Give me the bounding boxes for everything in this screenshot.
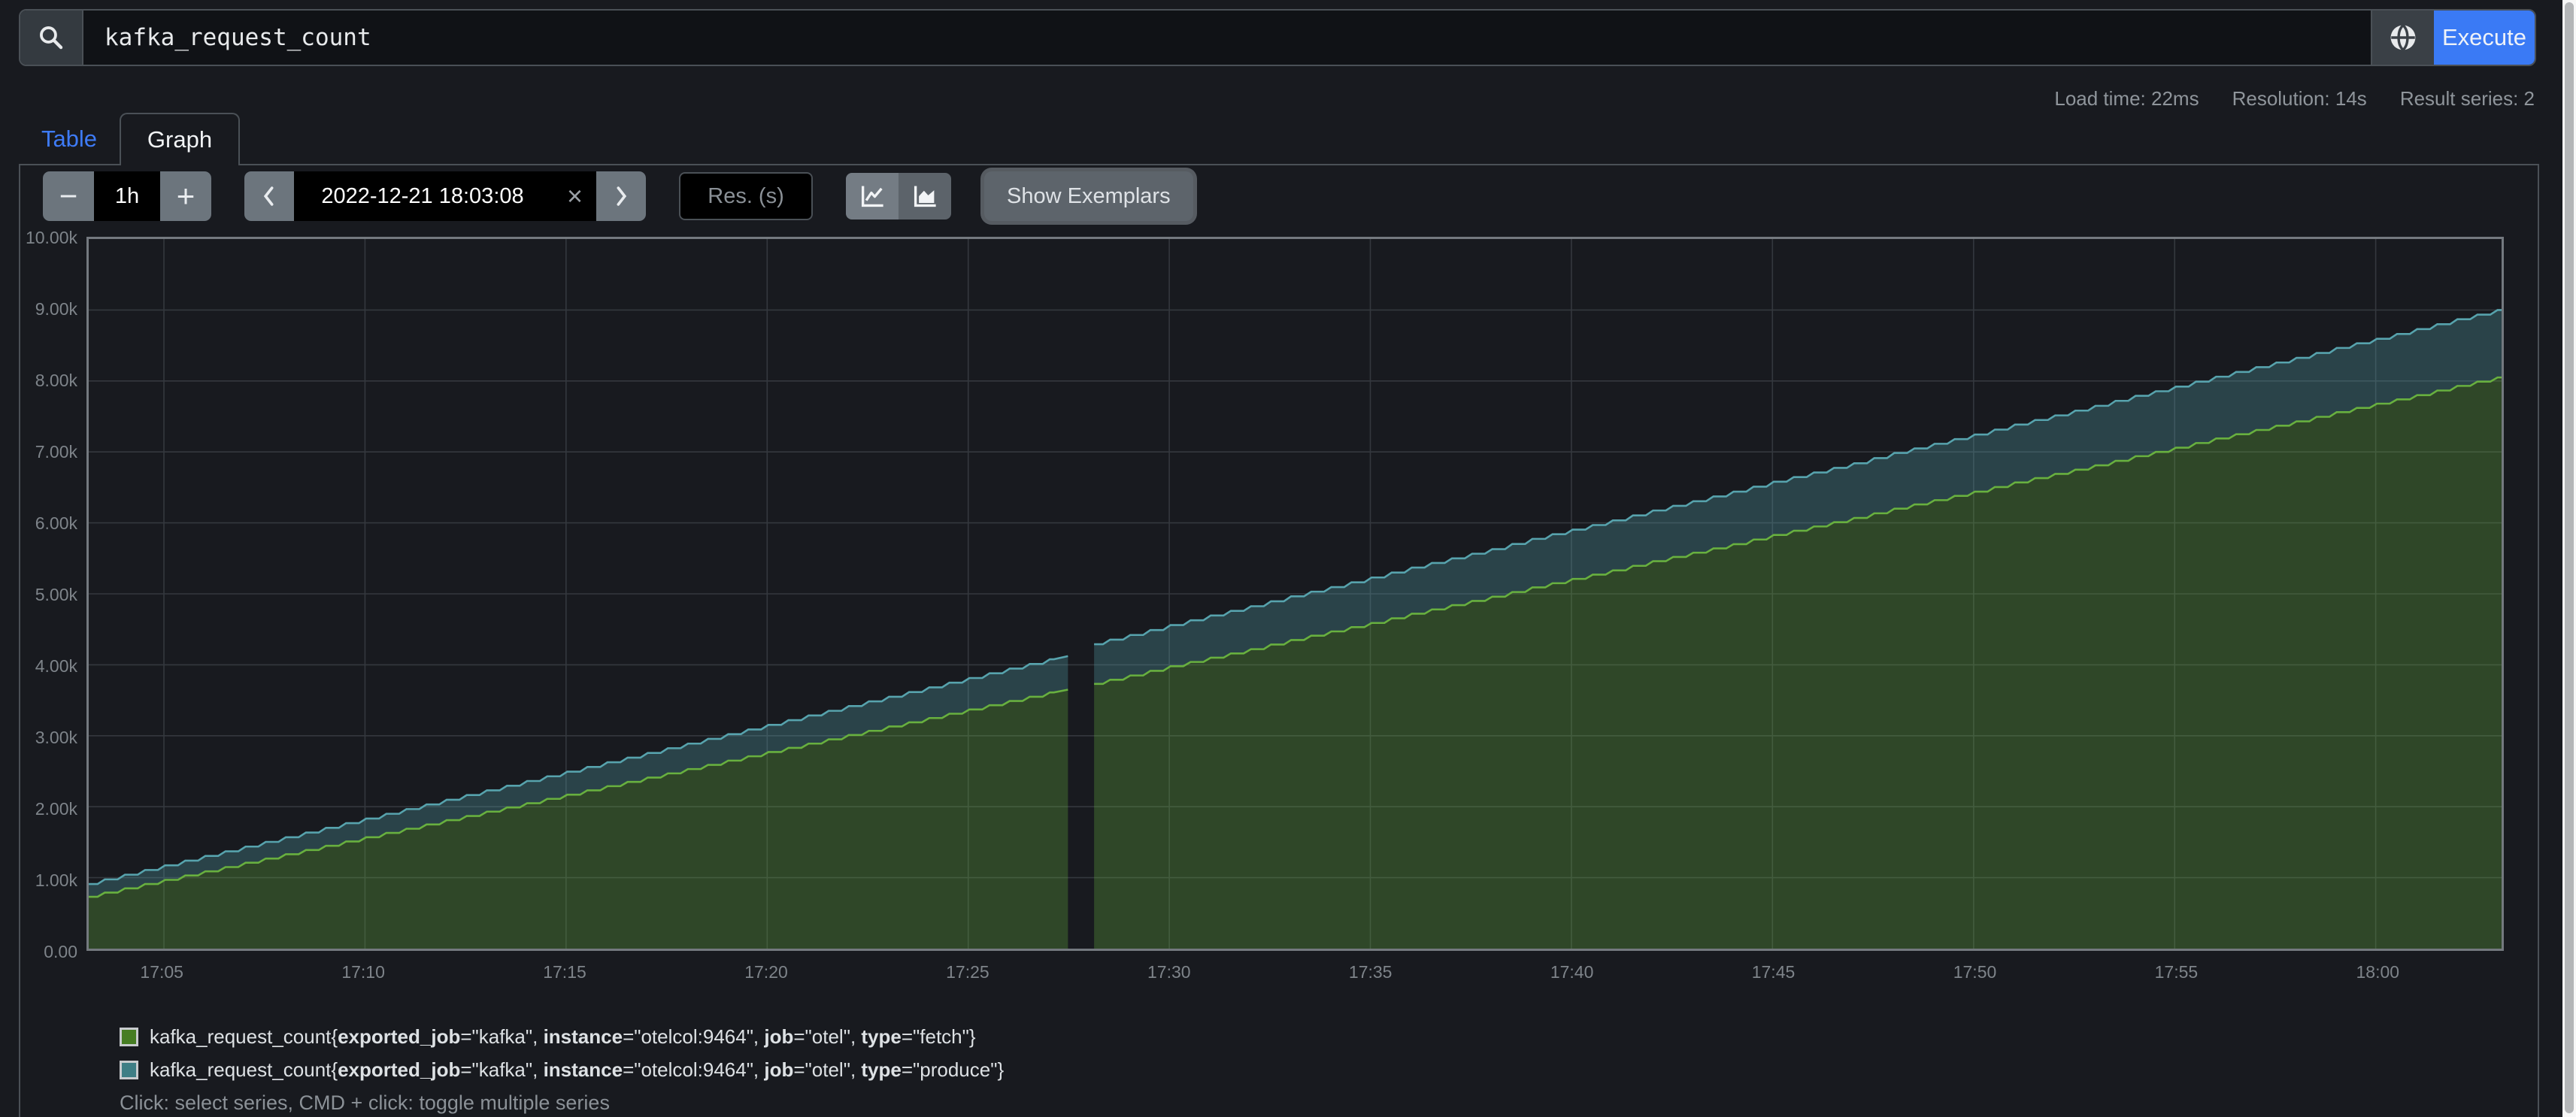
graph-panel: − + × bbox=[19, 164, 2539, 1117]
x-tick-label: 17:30 bbox=[1147, 962, 1191, 982]
resolution: Resolution: 14s bbox=[2232, 87, 2367, 110]
metrics-explorer-button[interactable] bbox=[2371, 11, 2434, 65]
y-axis-labels: 0.001.00k2.00k3.00k4.00k5.00k6.00k7.00k8… bbox=[20, 237, 80, 955]
query-input[interactable] bbox=[83, 11, 2371, 65]
time-picker: × bbox=[244, 171, 646, 221]
legend-swatch bbox=[120, 1061, 138, 1079]
execute-button[interactable]: Execute bbox=[2434, 11, 2535, 65]
time-forward-button[interactable] bbox=[596, 171, 646, 221]
range-decrease-button[interactable]: − bbox=[43, 171, 94, 221]
x-tick-label: 17:35 bbox=[1349, 962, 1393, 982]
range-input[interactable] bbox=[94, 171, 160, 221]
time-back-button[interactable] bbox=[244, 171, 294, 221]
show-exemplars-button[interactable]: Show Exemplars bbox=[984, 171, 1193, 221]
page-scrollbar bbox=[2562, 0, 2576, 1117]
tab-graph[interactable]: Graph bbox=[120, 113, 240, 165]
datetime-box: × bbox=[294, 171, 596, 221]
x-tick-label: 17:40 bbox=[1550, 962, 1594, 982]
x-tick-label: 17:55 bbox=[2155, 962, 2199, 982]
line-chart-icon bbox=[859, 183, 886, 210]
y-tick-label: 2.00k bbox=[35, 799, 77, 819]
resolution-input[interactable] bbox=[679, 172, 813, 220]
x-tick-label: 17:05 bbox=[140, 962, 183, 982]
graph-toolbar: − + × bbox=[43, 171, 1193, 221]
y-tick-label: 8.00k bbox=[35, 371, 77, 391]
y-tick-label: 4.00k bbox=[35, 656, 77, 677]
x-tick-label: 17:25 bbox=[946, 962, 989, 982]
range-stepper: − + bbox=[43, 171, 211, 221]
chart-legend: kafka_request_count{exported_job="kafka"… bbox=[120, 1025, 1004, 1082]
area-fetch bbox=[1094, 377, 2502, 949]
tab-table[interactable]: Table bbox=[19, 113, 120, 165]
x-tick-label: 17:45 bbox=[1752, 962, 1796, 982]
search-icon bbox=[20, 11, 83, 65]
legend-item[interactable]: kafka_request_count{exported_job="kafka"… bbox=[120, 1058, 1004, 1082]
result-series: Result series: 2 bbox=[2400, 87, 2535, 110]
scrollbar-thumb[interactable] bbox=[2565, 2, 2574, 1113]
chevron-right-icon bbox=[610, 183, 632, 209]
x-tick-label: 17:20 bbox=[744, 962, 788, 982]
clear-time-icon[interactable]: × bbox=[567, 183, 583, 210]
y-tick-label: 1.00k bbox=[35, 870, 77, 891]
stacked-chart-button[interactable] bbox=[899, 173, 951, 219]
legend-hint: Click: select series, CMD + click: toggl… bbox=[120, 1091, 610, 1115]
globe-icon bbox=[2387, 22, 2419, 53]
x-tick-label: 17:10 bbox=[341, 962, 385, 982]
legend-item[interactable]: kafka_request_count{exported_job="kafka"… bbox=[120, 1025, 1004, 1049]
area-fetch bbox=[89, 689, 1068, 949]
y-tick-label: 5.00k bbox=[35, 585, 77, 605]
line-chart-button[interactable] bbox=[846, 173, 899, 219]
range-increase-button[interactable]: + bbox=[160, 171, 211, 221]
legend-series-name: kafka_request_count{exported_job="kafka"… bbox=[150, 1058, 1004, 1082]
y-tick-label: 7.00k bbox=[35, 442, 77, 462]
query-stats: Load time: 22ms Resolution: 14s Result s… bbox=[2054, 87, 2535, 110]
legend-series-name: kafka_request_count{exported_job="kafka"… bbox=[150, 1025, 976, 1049]
chart-type-toggle bbox=[846, 173, 951, 219]
x-tick-label: 18:00 bbox=[2356, 962, 2400, 982]
chevron-left-icon bbox=[258, 183, 280, 209]
view-tabs: Table Graph bbox=[19, 113, 240, 165]
chart-plot-area[interactable] bbox=[86, 237, 2504, 951]
y-tick-label: 0.00 bbox=[44, 942, 77, 962]
y-tick-label: 6.00k bbox=[35, 513, 77, 534]
stacked-chart-icon bbox=[911, 183, 938, 210]
x-tick-label: 17:15 bbox=[543, 962, 586, 982]
y-tick-label: 3.00k bbox=[35, 728, 77, 748]
legend-swatch bbox=[120, 1028, 138, 1046]
x-axis-labels: 17:05 17:10 17:15 17:20 17:25 17:30 17:35 17:40… bbox=[86, 962, 2508, 986]
load-time: Load time: 22ms bbox=[2054, 87, 2199, 110]
datetime-input[interactable] bbox=[294, 171, 596, 221]
query-bar: Execute bbox=[19, 9, 2536, 66]
y-tick-label: 10.00k bbox=[26, 228, 77, 248]
y-tick-label: 9.00k bbox=[35, 299, 77, 319]
x-tick-label: 17:50 bbox=[1953, 962, 1997, 982]
